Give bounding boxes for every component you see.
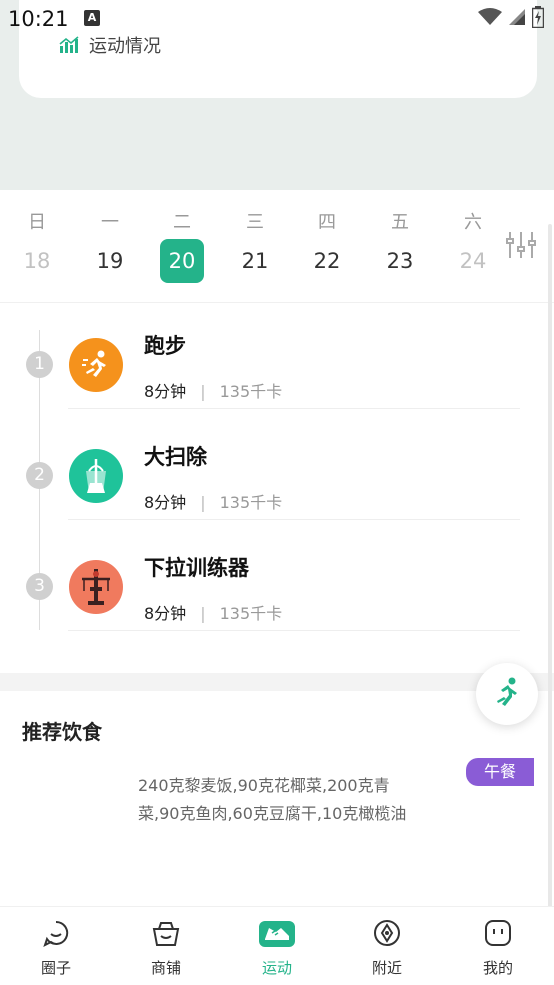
exercise-item[interactable]: 2 大扫除 8分钟 | 135千卡: [0, 431, 554, 542]
pulldown-machine-icon: [69, 560, 123, 614]
exercise-duration: 8分钟: [144, 382, 187, 401]
exercise-name: 下拉训练器: [144, 556, 249, 580]
exercise-item[interactable]: 3 下拉训练器 8分钟 | 135千卡: [0, 542, 554, 653]
date-24[interactable]: 24: [450, 239, 496, 283]
date-22[interactable]: 22: [304, 239, 350, 283]
filter-sliders-icon[interactable]: [506, 230, 536, 260]
weekday-label: 日: [28, 212, 46, 233]
meta-divider: |: [200, 604, 206, 623]
nav-label: 圈子: [40, 959, 71, 977]
nav-label: 运动: [261, 959, 292, 977]
exercise-meta: 8分钟 | 135千卡: [144, 489, 282, 513]
section-separator: [0, 673, 554, 691]
compass-icon: [374, 920, 400, 946]
weekday-label: 一: [101, 212, 119, 233]
exercise-kcal: 135千卡: [219, 382, 283, 401]
exercise-name: 跑步: [144, 334, 186, 358]
exercise-number: 1: [26, 351, 53, 378]
exercise-item[interactable]: 1 跑步 8分钟 | 135千卡: [0, 320, 554, 431]
basket-icon: [152, 922, 180, 946]
recommend-diet-text: 240克黎麦饭,90克花椰菜,200克青菜,90克鱼肉,60克豆腐干,10克橄榄…: [138, 776, 407, 823]
nav-label: 附近: [371, 959, 402, 977]
wifi-icon: [478, 8, 502, 25]
profile-face-icon: [485, 920, 511, 946]
running-man-icon: [497, 677, 517, 706]
exercise-kcal: 135千卡: [219, 604, 283, 623]
nav-item-mine[interactable]: 我的: [458, 917, 538, 978]
item-divider: [68, 519, 520, 520]
meal-type-badge: 午餐: [466, 758, 534, 786]
exercise-number: 3: [26, 573, 53, 600]
broom-bucket-icon: [69, 449, 123, 503]
status-time: 10:21: [8, 7, 69, 31]
recommend-diet-title: 推荐饮食: [22, 720, 102, 744]
item-divider: [68, 630, 520, 631]
date-23[interactable]: 23: [377, 239, 423, 283]
running-person-icon: [69, 338, 123, 392]
bar-chart-icon: [59, 36, 79, 53]
chat-bubble-icon: [43, 920, 69, 947]
meta-divider: |: [200, 493, 206, 512]
weekday-label: 二: [173, 212, 191, 233]
date-18[interactable]: 18: [14, 239, 60, 283]
date-21[interactable]: 21: [232, 239, 278, 283]
scrollbar[interactable]: [548, 224, 552, 908]
date-19[interactable]: 19: [87, 239, 133, 283]
battery-icon: [532, 6, 544, 28]
weekday-label: 三: [246, 212, 264, 233]
nav-label: 商铺: [150, 959, 181, 977]
exercise-kcal: 135千卡: [219, 493, 283, 512]
nav-label: 我的: [482, 959, 513, 977]
exercise-meta: 8分钟 | 135千卡: [144, 600, 282, 624]
nav-item-shop[interactable]: 商铺: [126, 917, 206, 978]
start-exercise-fab[interactable]: [476, 663, 538, 725]
week-calendar: 日 一 二 三 四 五 六 18 19 20 21 22 23 24: [0, 200, 554, 302]
signal-icon: [509, 9, 525, 25]
notification-a-icon: A: [84, 10, 100, 26]
system-icons: [478, 6, 544, 28]
nav-item-circle[interactable]: 圈子: [16, 917, 96, 978]
nav-item-sport[interactable]: 运动: [237, 917, 317, 978]
status-bar: 10:21 A: [0, 0, 554, 36]
calendar-divider: [0, 302, 554, 303]
date-20-selected[interactable]: 20: [160, 239, 204, 283]
bottom-nav: 圈子 商铺 运动 附近 我的: [0, 906, 554, 985]
meta-divider: |: [200, 382, 206, 401]
item-divider: [68, 408, 520, 409]
sneaker-icon: [259, 921, 295, 947]
weekday-label: 六: [464, 212, 482, 233]
exercise-meta: 8分钟 | 135千卡: [144, 378, 282, 402]
weekday-label: 四: [318, 212, 336, 233]
exercise-name: 大扫除: [144, 445, 207, 469]
exercise-duration: 8分钟: [144, 493, 187, 512]
exercise-duration: 8分钟: [144, 604, 187, 623]
exercise-number: 2: [26, 462, 53, 489]
nav-item-nearby[interactable]: 附近: [347, 917, 427, 978]
weekday-label: 五: [391, 212, 409, 233]
